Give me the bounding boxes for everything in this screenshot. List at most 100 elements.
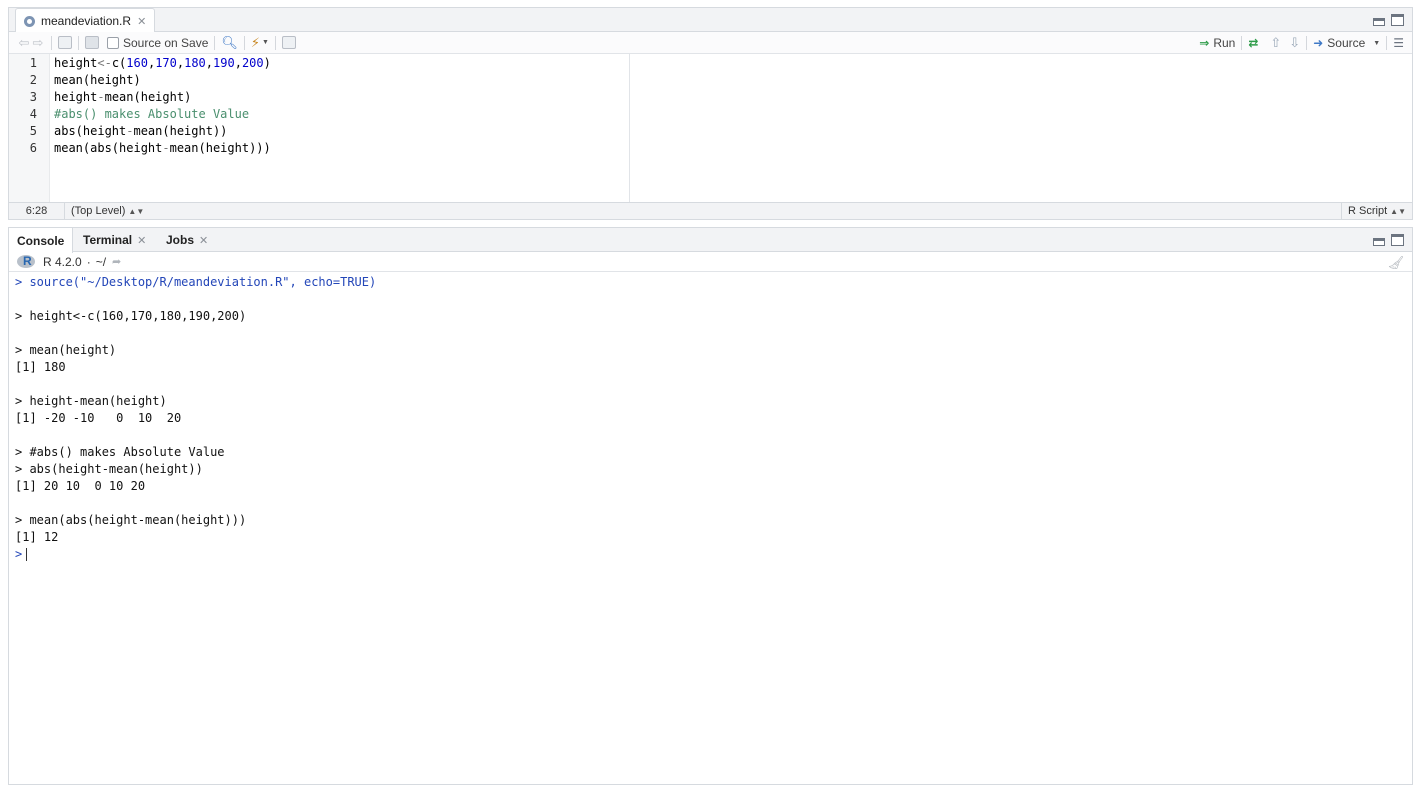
code-line[interactable]: height-mean(height) <box>54 89 271 106</box>
console-line: > mean(height) <box>15 343 117 357</box>
maximize-pane-button[interactable] <box>1391 14 1404 26</box>
code-line[interactable]: abs(height-mean(height)) <box>54 123 271 140</box>
code-token: mean(height) <box>54 73 141 87</box>
clear-console-broom-icon[interactable]: 🧹︎ <box>1387 255 1404 271</box>
scope-dropdown[interactable]: (Top Level) ▲▼ <box>65 203 144 220</box>
editor-margin-area <box>629 54 1412 204</box>
code-line[interactable]: mean(abs(height-mean(height))) <box>54 140 271 157</box>
tab-terminal[interactable]: Terminal ✕ <box>75 228 154 252</box>
code-token: 170 <box>155 56 177 70</box>
run-button[interactable]: ⇒ Run <box>1199 36 1235 50</box>
console-line: [1] 12 <box>15 530 59 544</box>
code-token: #abs() makes Absolute Value <box>54 107 250 121</box>
tab-meandeviation[interactable]: meandeviation.R ✕ <box>15 8 156 33</box>
minimize-pane-button[interactable] <box>1373 18 1385 26</box>
code-token: mean(height))) <box>169 141 271 155</box>
code-token: - <box>162 141 170 155</box>
code-line[interactable]: #abs() makes Absolute Value <box>54 106 271 123</box>
tab-console[interactable]: Console <box>9 228 74 253</box>
code-token: 180 <box>184 56 206 70</box>
code-tools-wand-icon[interactable]: ⚡︎ <box>251 35 260 51</box>
line-number: 5 <box>29 124 37 138</box>
code-area[interactable]: height<-c(160,170,180,190,200) mean(heigh… <box>50 54 271 204</box>
source-toolbar: ⇦ ⇨ Source on Save 🔍︎ ⚡︎ ▼ ⇒ Run ⇄ ⇧ ⇩ ➜… <box>9 32 1412 54</box>
code-line[interactable]: mean(height) <box>54 72 271 89</box>
run-icon: ⇒ <box>1199 36 1210 50</box>
code-token: 160 <box>126 56 148 70</box>
source-label: Source <box>1327 36 1366 50</box>
line-number: 1 <box>29 56 37 70</box>
console-line: > height<-c(160,170,180,190,200) <box>15 309 247 323</box>
code-token: mean(abs(height <box>54 141 163 155</box>
code-token: , <box>205 56 214 70</box>
source-button[interactable]: ➜ Source ▼ <box>1313 36 1380 50</box>
code-token: - <box>97 90 105 104</box>
console-window-controls <box>1373 234 1404 246</box>
console-tabbar: Console Terminal ✕ Jobs ✕ <box>9 228 1412 253</box>
code-token: , <box>234 56 242 70</box>
file-type-dropdown[interactable]: R Script ▲▼ <box>1341 203 1412 219</box>
close-icon[interactable]: ✕ <box>199 234 208 247</box>
rerun-icon[interactable]: ⇄ <box>1248 36 1258 50</box>
text-cursor <box>26 548 28 561</box>
source-window-controls <box>1373 14 1404 26</box>
maximize-pane-button[interactable] <box>1391 234 1404 246</box>
console-line: > mean(abs(height-mean(height))) <box>15 513 247 527</box>
console-subheader: R R 4.2.0 · ~/ ➦ 🧹︎ <box>9 252 1412 272</box>
tab-jobs[interactable]: Jobs ✕ <box>158 228 216 252</box>
go-to-directory-icon[interactable]: ➦ <box>112 255 121 268</box>
console-line: [1] 20 10 0 10 20 <box>15 479 146 493</box>
console-line: > height-mean(height) <box>15 394 167 408</box>
compile-report-icon[interactable] <box>281 36 296 49</box>
save-icon[interactable] <box>85 36 99 49</box>
chevron-down-icon[interactable]: ▼ <box>1373 40 1380 47</box>
code-line[interactable]: height<-c(160,170,180,190,200) <box>54 55 271 72</box>
code-token: ) <box>263 56 271 70</box>
back-arrow-icon[interactable]: ⇦ <box>17 35 31 51</box>
go-down-icon[interactable]: ⇩ <box>1289 35 1300 51</box>
outline-icon[interactable]: ☰ <box>1393 36 1404 50</box>
console-line: [1] -20 -10 0 10 20 <box>15 411 182 425</box>
console-line: [1] 180 <box>15 360 66 374</box>
console-prompt[interactable]: > <box>15 546 1412 563</box>
source-tabbar: meandeviation.R ✕ <box>9 8 1412 33</box>
prompt-symbol: > <box>15 547 23 561</box>
code-token: <- <box>97 56 112 70</box>
chevron-down-icon[interactable]: ▼ <box>262 39 269 46</box>
source-toolbar-right: ⇒ Run ⇄ ⇧ ⇩ ➜ Source ▼ ☰ <box>1199 32 1404 54</box>
console-line: > source("~/Desktop/R/meandeviation.R", … <box>15 275 377 289</box>
code-token: height <box>54 56 98 70</box>
code-editor[interactable]: 123456 height<-c(160,170,180,190,200) mea… <box>9 54 629 204</box>
code-token: height <box>54 90 98 104</box>
show-in-window-icon[interactable] <box>58 36 72 49</box>
search-icon[interactable]: 🔍︎ <box>221 35 238 51</box>
checkbox-box[interactable] <box>107 36 119 49</box>
code-token: 190 <box>213 56 235 70</box>
r-logo-icon: R <box>17 254 35 268</box>
line-number: 2 <box>29 73 37 87</box>
r-file-icon <box>24 15 35 27</box>
close-icon[interactable]: ✕ <box>137 15 146 28</box>
console-output[interactable]: > source("~/Desktop/R/meandeviation.R", … <box>9 272 1412 563</box>
line-number: 6 <box>29 141 37 155</box>
tab-terminal-label: Terminal <box>83 233 133 247</box>
close-icon[interactable]: ✕ <box>137 234 146 247</box>
go-up-icon[interactable]: ⇧ <box>1270 35 1281 51</box>
code-token: 200 <box>241 56 264 70</box>
code-token: c( <box>111 56 127 70</box>
working-directory[interactable]: ~/ <box>96 255 106 269</box>
minimize-pane-button[interactable] <box>1373 238 1385 246</box>
tab-jobs-label: Jobs <box>166 233 195 247</box>
source-status-bar: 6:28 (Top Level) ▲▼ R Script ▲▼ <box>9 202 1412 219</box>
cursor-position: 6:28 <box>9 203 65 219</box>
rstudio-window: meandeviation.R ✕ ⇦ ⇨ Source on Save 🔍︎ <box>0 0 1418 787</box>
tab-filename: meandeviation.R <box>41 14 132 28</box>
run-label: Run <box>1213 36 1236 50</box>
updown-icon: ▲▼ <box>1390 207 1406 216</box>
source-on-save-checkbox[interactable]: Source on Save <box>107 36 208 50</box>
code-token: mean(height)) <box>133 124 228 138</box>
updown-icon: ▲▼ <box>128 206 145 216</box>
forward-arrow-icon[interactable]: ⇨ <box>31 35 45 51</box>
